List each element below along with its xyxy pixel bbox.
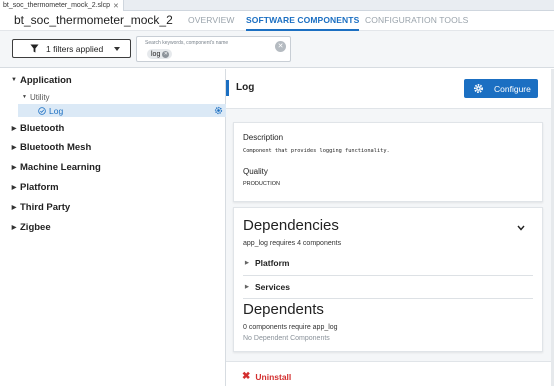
check-circle-icon xyxy=(38,106,46,115)
collapsed-triangle-icon: ▶ xyxy=(11,125,17,132)
configure-button[interactable]: Configure xyxy=(464,79,538,98)
tab-software-components[interactable]: SOFTWARE COMPONENTS xyxy=(246,15,360,31)
editor-tab-filename: bt_soc_thermometer_mock_2.slcp xyxy=(3,2,110,9)
uninstall-label: Uninstall xyxy=(255,371,292,382)
tree-category-label: Bluetooth xyxy=(20,122,65,134)
tree-category-label: Third Party xyxy=(20,201,71,213)
chevron-down-icon[interactable] xyxy=(517,225,525,231)
accent-bar xyxy=(226,80,229,96)
tree-category-application[interactable]: ▼ Application xyxy=(0,73,226,87)
quality-label: Quality xyxy=(243,167,268,176)
configure-label: Configure xyxy=(494,83,531,94)
collapsed-triangle-icon: ▶ xyxy=(245,284,249,290)
dependency-group-label: Services xyxy=(255,282,290,292)
tree-subgroup-label: Utility xyxy=(30,92,50,102)
project-title: bt_soc_thermometer_mock_2 xyxy=(14,13,173,27)
divider xyxy=(243,275,533,276)
info-card: Description Component that provides logg… xyxy=(233,122,543,202)
description-label: Description xyxy=(243,133,284,142)
component-tree: ▼ Application ▼ Utility Log ▶ Bluetooth … xyxy=(0,69,226,386)
search-chip[interactable]: log ✕ xyxy=(147,49,173,59)
dependency-group-platform[interactable]: ▶ Platform xyxy=(243,254,533,272)
dependencies-card: Dependencies app_log requires 4 componen… xyxy=(233,207,543,352)
search-input[interactable]: Search keywords, component's name log ✕ … xyxy=(136,36,291,62)
dependencies-summary: app_log requires 4 components xyxy=(243,240,342,247)
close-icon: ✖ xyxy=(242,371,251,382)
filter-bar: 1 filters applied Search keywords, compo… xyxy=(0,31,554,68)
component-name: Log xyxy=(236,82,255,93)
description-text: Component that provides logging function… xyxy=(243,148,390,154)
tree-category-label: Platform xyxy=(20,181,59,193)
close-icon[interactable]: ✕ xyxy=(113,2,119,10)
expanded-triangle-icon: ▼ xyxy=(22,94,27,100)
filter-dropdown-button[interactable]: 1 filters applied xyxy=(12,39,131,58)
collapsed-triangle-icon: ▶ xyxy=(11,224,17,231)
dependencies-title: Dependencies xyxy=(243,217,339,234)
gear-icon[interactable] xyxy=(214,106,223,115)
gear-icon xyxy=(474,84,483,93)
editor-tab-strip: bt_soc_thermometer_mock_2.slcp ✕ xyxy=(0,0,554,11)
tree-subgroup-utility[interactable]: ▼ Utility xyxy=(0,91,226,103)
tree-category-label: Bluetooth Mesh xyxy=(20,141,92,153)
funnel-icon xyxy=(30,44,39,53)
dependency-group-services[interactable]: ▶ Services xyxy=(243,278,533,296)
tree-category-platform[interactable]: ▶ Platform xyxy=(0,180,226,194)
search-placeholder: Search keywords, component's name xyxy=(145,40,229,46)
collapsed-triangle-icon: ▶ xyxy=(11,204,17,211)
filter-button-label: 1 filters applied xyxy=(46,43,104,54)
collapsed-triangle-icon: ▶ xyxy=(11,144,17,151)
tree-category-third-party[interactable]: ▶ Third Party xyxy=(0,200,226,214)
tree-category-label: Zigbee xyxy=(20,221,51,233)
divider xyxy=(243,298,533,299)
chevron-down-icon xyxy=(114,46,121,51)
expanded-triangle-icon: ▼ xyxy=(11,77,17,83)
tree-category-machine-learning[interactable]: ▶ Machine Learning xyxy=(0,160,226,174)
tree-leaf-label: Log xyxy=(49,105,64,116)
dependents-title: Dependents xyxy=(243,301,324,318)
tree-category-zigbee[interactable]: ▶ Zigbee xyxy=(0,220,226,234)
tree-category-label: Machine Learning xyxy=(20,161,101,173)
collapsed-triangle-icon: ▶ xyxy=(11,164,17,171)
tree-leaf-log[interactable]: Log xyxy=(18,104,226,117)
header: bt_soc_thermometer_mock_2 OVERVIEW SOFTW… xyxy=(0,11,554,31)
uninstall-button[interactable]: ✖ Uninstall xyxy=(242,371,291,382)
clear-search-icon[interactable]: ✕ xyxy=(275,41,286,52)
chip-remove-icon[interactable]: ✕ xyxy=(162,50,170,58)
dependency-group-label: Platform xyxy=(255,258,290,268)
search-chip-label: log xyxy=(151,50,161,58)
details-footer: ✖ Uninstall xyxy=(226,361,554,386)
tab-overview[interactable]: OVERVIEW xyxy=(188,15,234,25)
editor-tab[interactable]: bt_soc_thermometer_mock_2.slcp ✕ xyxy=(0,0,124,11)
quality-value: PRODUCTION xyxy=(243,181,280,187)
tree-category-label: Application xyxy=(20,74,72,86)
collapsed-triangle-icon: ▶ xyxy=(11,184,17,191)
component-header: Log Configure xyxy=(226,69,554,109)
tree-category-bluetooth-mesh[interactable]: ▶ Bluetooth Mesh xyxy=(0,140,226,154)
tree-category-bluetooth[interactable]: ▶ Bluetooth xyxy=(0,121,226,135)
dependents-summary: 0 components require app_log xyxy=(243,324,338,331)
collapsed-triangle-icon: ▶ xyxy=(245,260,249,266)
dependents-empty-text: No Dependent Components xyxy=(243,335,330,342)
tab-configuration-tools[interactable]: CONFIGURATION TOOLS xyxy=(365,15,468,25)
component-details-pane: Log Configure Description Component that… xyxy=(226,69,554,386)
